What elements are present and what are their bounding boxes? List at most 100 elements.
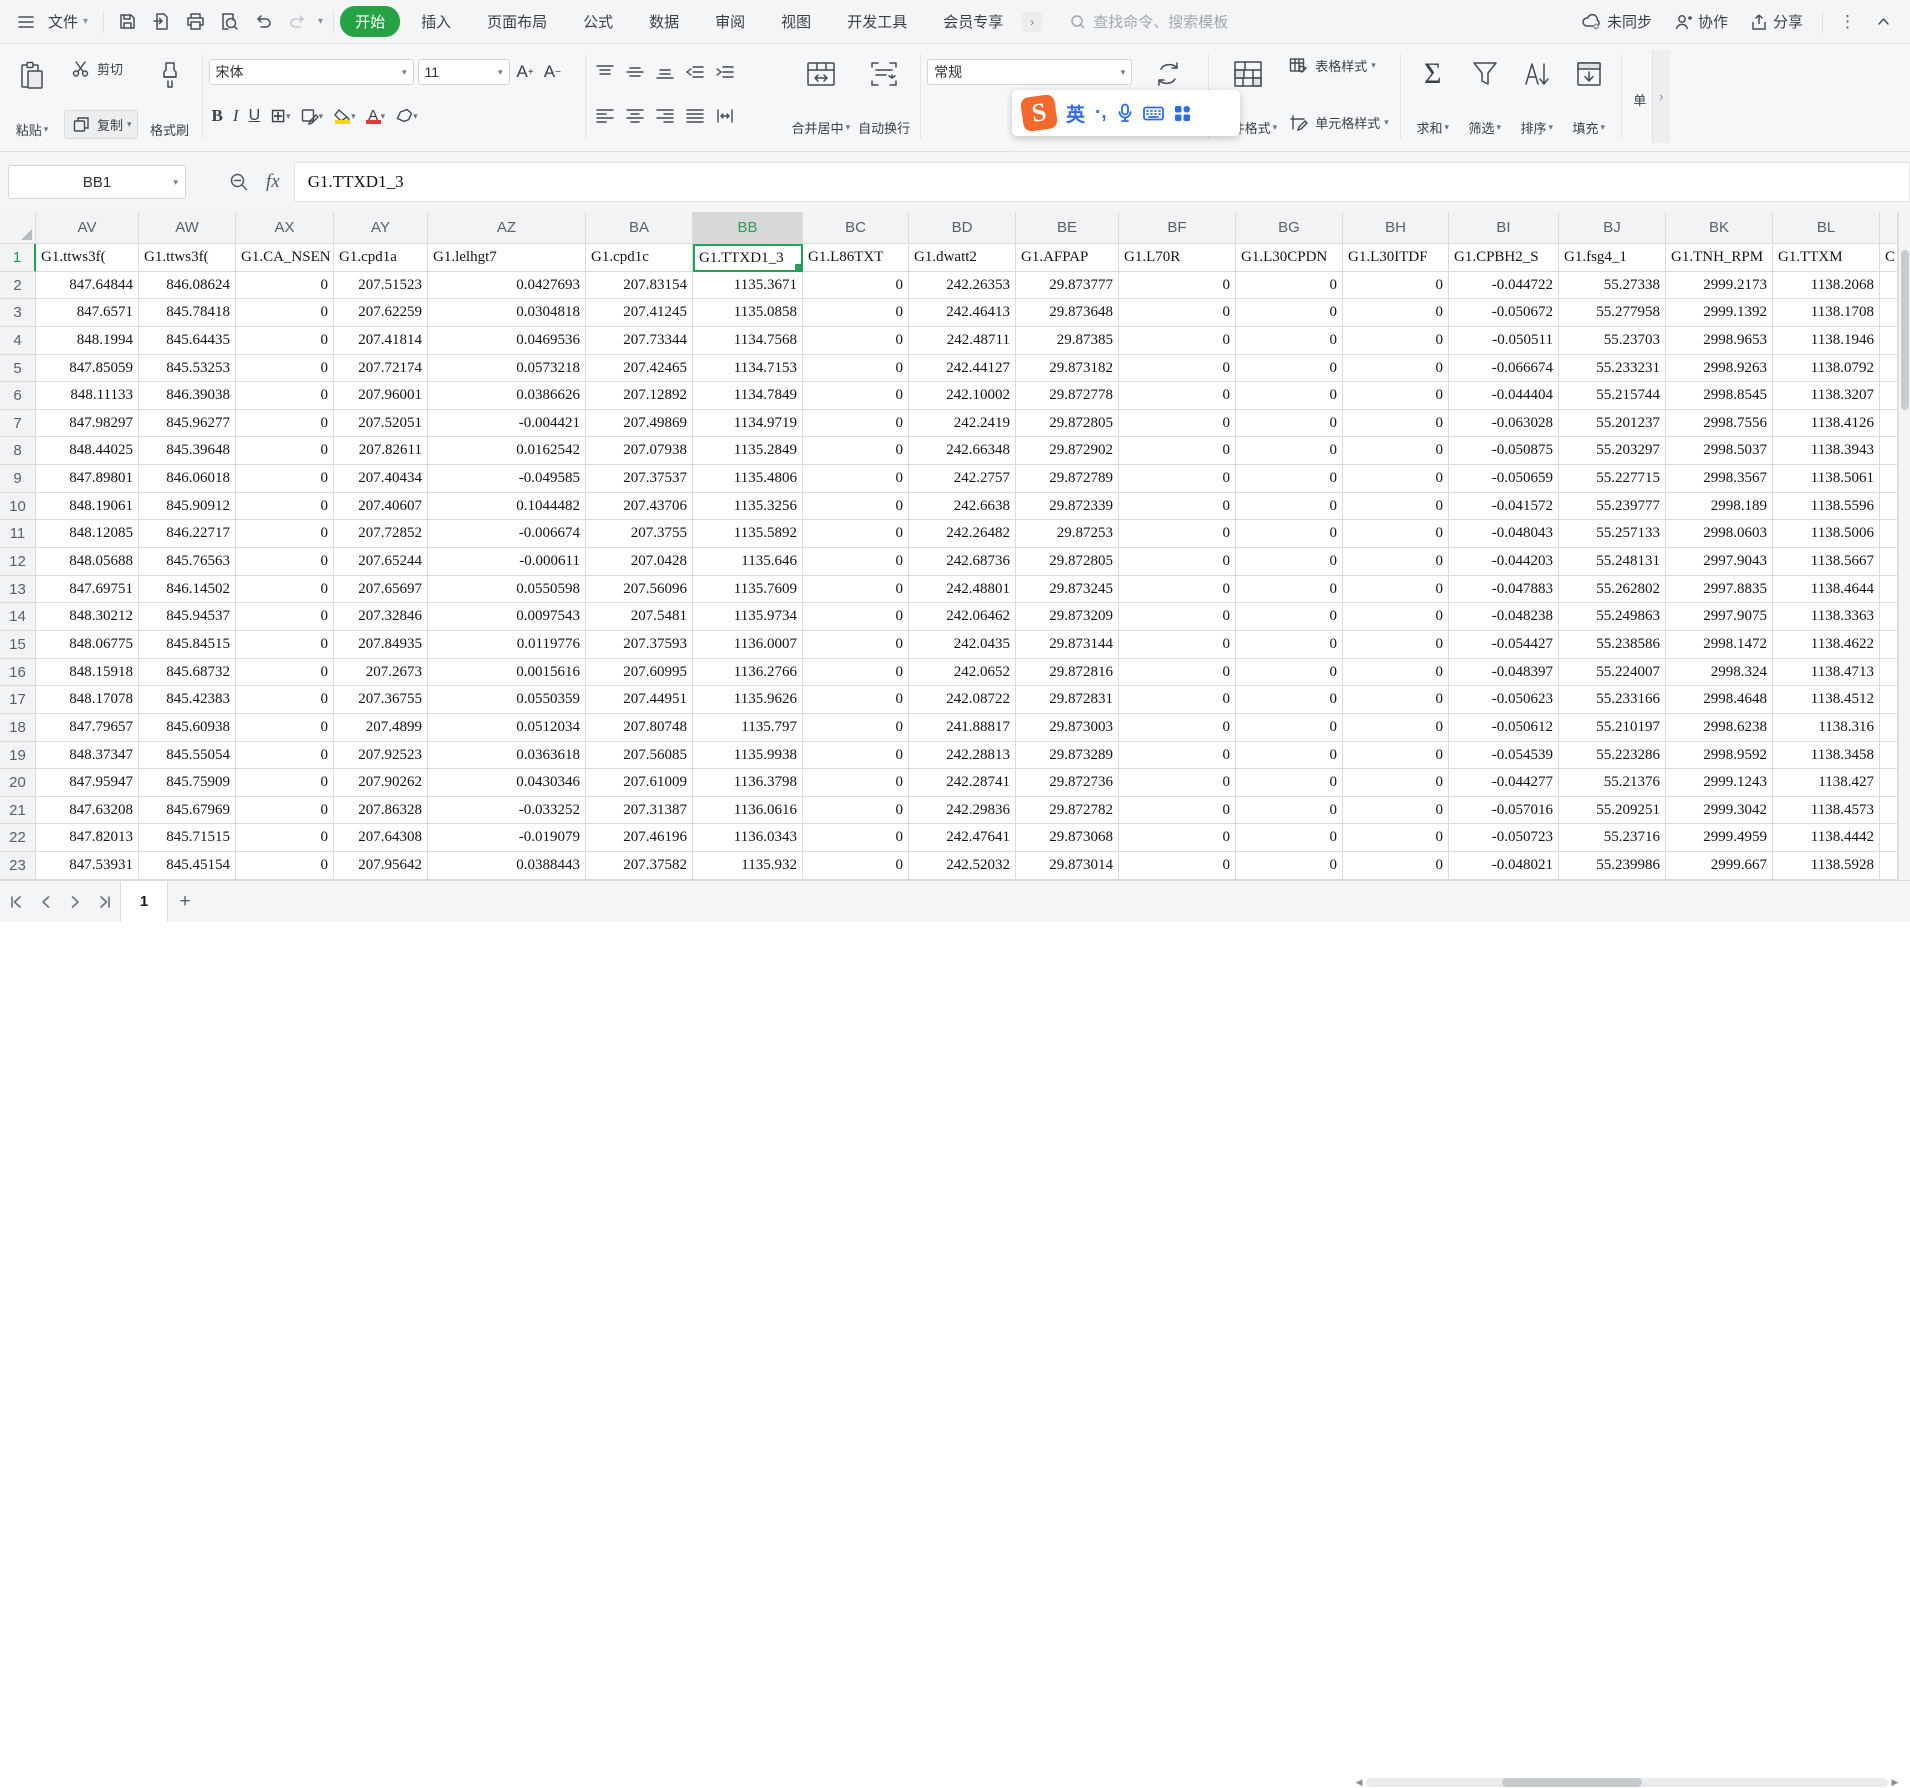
cell[interactable] <box>1880 327 1898 355</box>
cell[interactable]: -0.044277 <box>1449 769 1559 797</box>
cell[interactable]: 845.68732 <box>139 659 236 687</box>
cell[interactable]: 1134.7153 <box>693 355 803 383</box>
cell[interactable]: 0 <box>236 327 334 355</box>
cell[interactable]: 0.0386626 <box>428 382 586 410</box>
cell[interactable]: 29.872805 <box>1016 410 1119 438</box>
cell[interactable]: -0.006674 <box>428 520 586 548</box>
tab-2[interactable]: 页面布局 <box>472 6 562 37</box>
cell[interactable]: 0 <box>1119 382 1236 410</box>
format-painter-button[interactable]: 格式刷 <box>144 52 196 142</box>
align-center-button[interactable] <box>622 106 648 126</box>
cell[interactable]: 0 <box>236 852 334 880</box>
cell[interactable]: 0 <box>236 410 334 438</box>
zoom-formula-icon[interactable] <box>226 170 252 194</box>
paste-button[interactable]: 粘贴▾ <box>6 52 58 142</box>
add-sheet-button[interactable]: + <box>168 891 202 913</box>
cell[interactable]: 0 <box>1343 493 1449 521</box>
cell[interactable]: 0.0430346 <box>428 769 586 797</box>
row-header-6[interactable]: 6 <box>0 382 36 410</box>
cell[interactable]: 0 <box>1236 493 1343 521</box>
cell[interactable]: 207.2673 <box>334 659 428 687</box>
wrap-text-button[interactable]: 自动换行 <box>854 50 914 140</box>
row-header-20[interactable]: 20 <box>0 769 36 797</box>
cell[interactable]: 2998.3567 <box>1666 465 1773 493</box>
cell[interactable]: 0 <box>803 493 909 521</box>
cell[interactable]: 1134.9719 <box>693 410 803 438</box>
cell[interactable]: 2998.5037 <box>1666 437 1773 465</box>
cell[interactable]: 207.36755 <box>334 686 428 714</box>
cell[interactable]: G1.ttws3f( <box>139 244 236 272</box>
cell[interactable]: 1135.797 <box>693 714 803 742</box>
cell[interactable]: 207.62259 <box>334 299 428 327</box>
cell[interactable]: 1135.0858 <box>693 299 803 327</box>
cell[interactable]: 2998.324 <box>1666 659 1773 687</box>
cell[interactable]: 207.92523 <box>334 742 428 770</box>
cell[interactable]: 0.0015616 <box>428 659 586 687</box>
cell[interactable]: 0.0427693 <box>428 272 586 300</box>
column-header-AX[interactable]: AX <box>236 212 334 244</box>
cell[interactable]: 0 <box>1236 603 1343 631</box>
cell[interactable]: 207.86328 <box>334 797 428 825</box>
cell[interactable]: 207.37593 <box>586 631 693 659</box>
cell[interactable]: 55.238586 <box>1559 631 1666 659</box>
cell[interactable]: 848.19061 <box>36 493 139 521</box>
cell[interactable] <box>1880 382 1898 410</box>
cell[interactable]: 55.203297 <box>1559 437 1666 465</box>
cell[interactable]: -0.054539 <box>1449 742 1559 770</box>
cell[interactable]: 2997.9075 <box>1666 603 1773 631</box>
decrease-font-button[interactable]: A− <box>541 60 564 84</box>
cell[interactable]: 1138.0792 <box>1773 355 1880 383</box>
cell[interactable]: 848.12085 <box>36 520 139 548</box>
cell[interactable]: 207.73344 <box>586 327 693 355</box>
tab-8[interactable]: 会员专享 <box>928 6 1018 37</box>
cell[interactable]: 0.0119776 <box>428 631 586 659</box>
cell[interactable]: 207.12892 <box>586 382 693 410</box>
cell[interactable]: 207.46196 <box>586 824 693 852</box>
cell[interactable]: 0 <box>803 437 909 465</box>
row-header-15[interactable]: 15 <box>0 631 36 659</box>
quick-access-more-icon[interactable]: ▾ <box>318 16 323 27</box>
kebab-menu-icon[interactable]: ⋮ <box>1833 12 1862 32</box>
print-button[interactable] <box>178 7 212 37</box>
cell[interactable]: 0 <box>1236 714 1343 742</box>
cell[interactable]: 0 <box>1119 465 1236 493</box>
cell[interactable]: 29.87253 <box>1016 520 1119 548</box>
cell[interactable]: 0 <box>236 437 334 465</box>
column-header-AZ[interactable]: AZ <box>428 212 586 244</box>
cell[interactable]: 1135.3256 <box>693 493 803 521</box>
cell[interactable]: 242.2757 <box>909 465 1016 493</box>
cell[interactable]: 0 <box>803 465 909 493</box>
cell[interactable] <box>1880 852 1898 880</box>
cell[interactable]: G1.lelhgt7 <box>428 244 586 272</box>
cell[interactable] <box>1880 520 1898 548</box>
row-header-5[interactable]: 5 <box>0 355 36 383</box>
cell[interactable]: 1138.427 <box>1773 769 1880 797</box>
row-header-18[interactable]: 18 <box>0 714 36 742</box>
filter-button[interactable]: 筛选▾ <box>1459 50 1511 140</box>
cell[interactable]: 0 <box>1236 410 1343 438</box>
cell[interactable]: 29.873209 <box>1016 603 1119 631</box>
column-header-AY[interactable]: AY <box>334 212 428 244</box>
cell[interactable]: 242.66348 <box>909 437 1016 465</box>
cell[interactable]: -0.054427 <box>1449 631 1559 659</box>
cell[interactable]: 848.11133 <box>36 382 139 410</box>
font-name-select[interactable]: 宋体▾ <box>209 59 414 85</box>
sync-status[interactable]: 未同步 <box>1572 7 1661 37</box>
cell[interactable]: 2999.1243 <box>1666 769 1773 797</box>
cell[interactable]: 207.40607 <box>334 493 428 521</box>
cell[interactable]: 845.78418 <box>139 299 236 327</box>
cell[interactable]: 0 <box>236 493 334 521</box>
sum-button[interactable]: Σ 求和▾ <box>1407 50 1459 140</box>
cell[interactable]: 1138.3207 <box>1773 382 1880 410</box>
cell[interactable]: 0 <box>236 631 334 659</box>
cell[interactable]: 0 <box>236 603 334 631</box>
column-header-BD[interactable]: BD <box>909 212 1016 244</box>
cell[interactable]: -0.000611 <box>428 548 586 576</box>
cell[interactable]: 1138.3943 <box>1773 437 1880 465</box>
cell[interactable]: 29.872831 <box>1016 686 1119 714</box>
cell[interactable]: 0 <box>1236 742 1343 770</box>
cell[interactable]: 1134.7849 <box>693 382 803 410</box>
cell[interactable]: 2998.1472 <box>1666 631 1773 659</box>
cell[interactable]: 207.83154 <box>586 272 693 300</box>
row-header-12[interactable]: 12 <box>0 548 36 576</box>
